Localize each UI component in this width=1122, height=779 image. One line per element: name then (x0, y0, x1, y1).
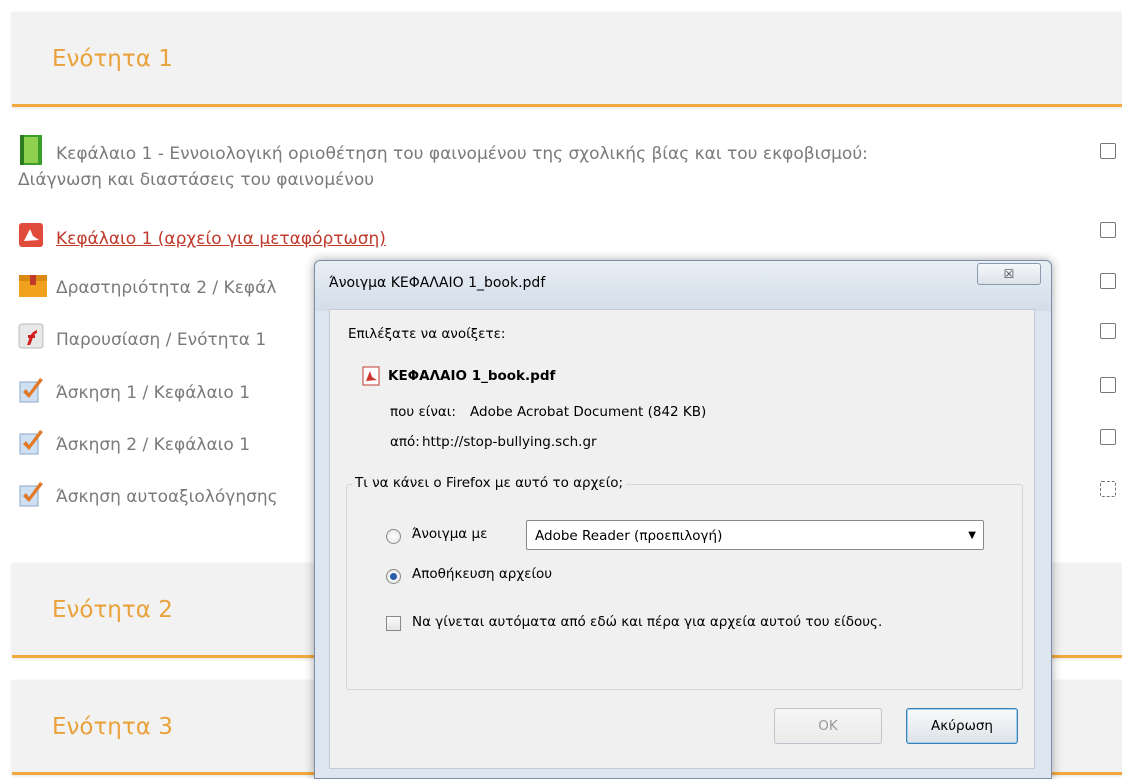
activity-exercise-2[interactable]: Άσκηση 2 / Κεφάλαιο 1 (18, 428, 250, 458)
cancel-button[interactable]: Ακύρωση (906, 708, 1018, 744)
activity-link[interactable]: Κεφάλαιο 1 (αρχείο για μεταφόρτωση) (56, 229, 386, 249)
dialog-title: Άνοιγμα ΚΕΦΑΛΑΙΟ 1_book.pdf (329, 275, 546, 291)
completion-checkbox[interactable] (1100, 222, 1116, 238)
activity-label: Παρουσίαση / Ενότητα 1 (56, 330, 267, 350)
quiz-icon (18, 376, 46, 404)
pdf-file-icon (362, 366, 382, 390)
open-with-value: Adobe Reader (προεπιλογή) (535, 528, 723, 544)
file-type-label: που είναι: (390, 404, 456, 420)
completion-checkbox[interactable] (1100, 377, 1116, 393)
dialog-body: Επιλέξατε να ανοίξετε: ΚΕΦΑΛΑΙΟ 1_book.p… (329, 309, 1035, 769)
ok-button[interactable]: OK (774, 708, 882, 744)
flash-icon (18, 323, 46, 351)
activity-exercise-1[interactable]: Άσκηση 1 / Κεφάλαιο 1 (18, 376, 250, 406)
open-with-select[interactable]: Adobe Reader (προεπιλογή) ▼ (526, 520, 984, 550)
cancel-button-label: Ακύρωση (931, 718, 993, 734)
activity-label: Άσκηση αυτοαξιολόγησης (56, 487, 278, 507)
activity-self-assessment[interactable]: Άσκηση αυτοαξιολόγησης (18, 480, 278, 510)
file-type-value: Adobe Acrobat Document (842 KB) (470, 404, 707, 420)
file-source-label: από: (390, 434, 420, 450)
completion-checkbox[interactable] (1100, 143, 1116, 159)
chevron-down-icon: ▼ (968, 530, 976, 541)
activity-label-continued: Διάγνωση και διαστάσεις του φαινομένου (18, 170, 375, 190)
completion-checkbox-auto[interactable] (1100, 481, 1116, 497)
choose-label: Επιλέξατε να ανοίξετε: (348, 326, 506, 342)
ok-button-label: OK (818, 718, 838, 734)
completion-checkbox[interactable] (1100, 273, 1116, 289)
activity-label: Κεφάλαιο 1 - Εννοιολογική οριοθέτηση του… (56, 144, 868, 164)
close-button[interactable]: ☒ (977, 263, 1041, 285)
file-name: ΚΕΦΑΛΑΙΟ 1_book.pdf (388, 368, 556, 384)
book-icon (18, 135, 46, 165)
section-header-1[interactable]: Ενότητα 1 (12, 12, 1122, 107)
quiz-icon (18, 480, 46, 508)
dialog-titlebar[interactable]: Άνοιγμα ΚΕΦΑΛΑΙΟ 1_book.pdf ☒ (315, 261, 1051, 311)
action-group-label: Τι να κάνει ο Firefox με αυτό το αρχείο; (352, 475, 627, 491)
activity-package[interactable]: Δραστηριότητα 2 / Κεφάλ (18, 271, 276, 301)
activity-label: Άσκηση 1 / Κεφάλαιο 1 (56, 383, 251, 403)
package-icon (18, 271, 47, 299)
section-title: Ενότητα 1 (52, 46, 173, 72)
activity-presentation[interactable]: Παρουσίαση / Ενότητα 1 (18, 323, 266, 353)
save-file-label: Αποθήκευση αρχείου (412, 566, 553, 582)
completion-checkbox[interactable] (1100, 429, 1116, 445)
activity-label: Άσκηση 2 / Κεφάλαιο 1 (56, 435, 251, 455)
activity-chapter-pdf[interactable]: Κεφάλαιο 1 (αρχείο για μεταφόρτωση) (18, 222, 386, 252)
open-with-label: Άνοιγμα με (412, 526, 488, 542)
quiz-icon (18, 428, 46, 456)
download-dialog: Άνοιγμα ΚΕΦΑΛΑΙΟ 1_book.pdf ☒ Επιλέξατε … (314, 260, 1052, 779)
completion-checkbox[interactable] (1100, 323, 1116, 339)
section-title: Ενότητα 3 (52, 714, 173, 740)
pdf-icon (18, 222, 46, 250)
auto-action-label: Να γίνεται αυτόματα από εδώ και πέρα για… (412, 614, 883, 630)
action-group (346, 484, 1023, 690)
close-icon: ☒ (1003, 267, 1015, 281)
activity-chapter-book[interactable]: Κεφάλαιο 1 - Εννοιολογική οριοθέτηση του… (18, 135, 1058, 193)
open-with-radio[interactable] (386, 529, 401, 544)
section-title: Ενότητα 2 (52, 597, 173, 623)
file-source-value: http://stop-bullying.sch.gr (422, 434, 597, 450)
save-file-radio[interactable] (386, 569, 401, 584)
activity-label: Δραστηριότητα 2 / Κεφάλ (56, 278, 277, 298)
auto-action-checkbox[interactable] (386, 616, 401, 631)
